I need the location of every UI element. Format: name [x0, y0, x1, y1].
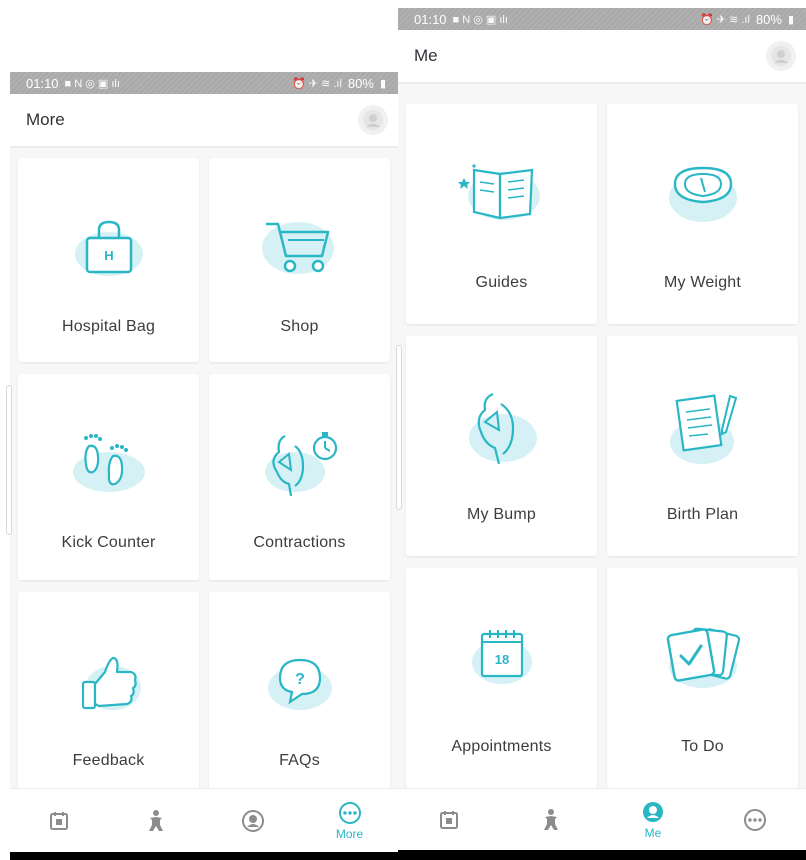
system-nav-bar [10, 852, 398, 860]
status-time: 01:10 [414, 11, 447, 27]
status-bar: 01:10 ■ N ◎ ▣ ılı ⏰ ✈ ≋ .ıl 80% ▮ [398, 8, 806, 30]
calendar-icon [440, 810, 458, 829]
notification-icons: ■ N ◎ ▣ ılı [452, 13, 508, 26]
status-bar: 01:10 ■ N ◎ ▣ ılı ⏰ ✈ ≋ .ıl 80% ▮ [10, 72, 398, 94]
card-label: My Weight [663, 274, 742, 291]
feature-grid: Guides My Weight My Bump Birth Plan 18 A… [406, 104, 798, 788]
card-my-weight[interactable]: My Weight [607, 104, 798, 324]
battery-percent: 80% [347, 75, 374, 91]
baby-icon [544, 808, 558, 830]
profile-icon [643, 801, 663, 822]
nav-label: Me [644, 825, 662, 840]
nav-more[interactable] [715, 789, 795, 850]
me-screen: 01:10 ■ N ◎ ▣ ılı ⏰ ✈ ≋ .ıl 80% ▮ Me Gui… [398, 8, 806, 860]
card-label: My Bump [467, 506, 536, 523]
card-label: Feedback [72, 752, 145, 769]
nav-me[interactable] [213, 789, 293, 852]
avatar[interactable] [766, 41, 796, 71]
hospital-bag-icon: H [74, 220, 143, 276]
nav-me[interactable]: Me [613, 789, 693, 850]
baby-icon [148, 809, 163, 831]
card-contractions[interactable]: Contractions [209, 374, 390, 580]
profile-icon [771, 46, 791, 66]
status-time: 01:10 [26, 75, 59, 91]
more-screen: 01:10 ■ N ◎ ▣ ılı ⏰ ✈ ≋ .ıl 80% ▮ More H [10, 72, 398, 860]
more-icon [744, 808, 766, 831]
card-label: Hospital Bag [61, 318, 156, 335]
svg-text:H: H [104, 248, 113, 263]
signal-icons: ⏰ ✈ ≋ .ıl [700, 13, 750, 26]
battery-icon: ▮ [379, 77, 386, 90]
scale-icon [668, 166, 737, 222]
drawer-handle[interactable] [396, 345, 402, 510]
card-label: Birth Plan [666, 506, 739, 523]
battery-icon: ▮ [787, 13, 794, 26]
baby-feet-icon [72, 434, 145, 492]
pregnant-bump-icon [468, 392, 537, 465]
card-label: Guides [475, 274, 528, 291]
calendar-icon [49, 811, 68, 830]
bottom-nav: Me [398, 788, 806, 850]
card-hospital-bag[interactable]: H Hospital Bag [18, 158, 199, 362]
shopping-cart-icon [261, 222, 334, 274]
app-bar: More [10, 94, 398, 148]
card-birth-plan[interactable]: Birth Plan [607, 336, 798, 556]
battery-percent: 80% [755, 11, 782, 27]
feature-grid: H Hospital Bag Shop Kick Counter Contrac… [18, 158, 390, 796]
card-kick-counter[interactable]: Kick Counter [18, 374, 199, 580]
card-label: Shop [280, 318, 319, 335]
calendar-day-number: 18 [494, 652, 508, 667]
card-shop[interactable]: Shop [209, 158, 390, 362]
signal-icons: ⏰ ✈ ≋ .ıl [292, 77, 342, 90]
card-label: To Do [681, 738, 724, 755]
nav-calendar[interactable] [409, 789, 489, 850]
notification-icons: ■ N ◎ ▣ ılı [64, 77, 120, 90]
nav-baby[interactable] [511, 789, 591, 850]
page-title: More [26, 110, 65, 129]
thumbs-up-icon [81, 656, 141, 710]
card-label: Appointments [451, 738, 552, 755]
app-bar: Me [398, 30, 806, 84]
svg-text:?: ? [295, 671, 305, 688]
drawer-handle[interactable] [6, 385, 12, 535]
nav-label: More [335, 826, 364, 841]
card-to-do[interactable]: To Do [607, 568, 798, 788]
checklist-cards-icon [666, 627, 740, 688]
avatar[interactable] [358, 105, 388, 135]
contractions-timer-icon [264, 432, 337, 497]
calendar-date-icon: 18 [471, 630, 532, 684]
page-title: Me [414, 46, 438, 65]
question-bubble-icon: ? [267, 658, 332, 710]
bottom-nav: More [10, 788, 398, 852]
system-nav-bar [398, 850, 806, 860]
nav-more[interactable]: More [310, 789, 390, 852]
profile-icon [363, 110, 383, 130]
document-pen-icon [669, 394, 737, 464]
nav-baby[interactable] [116, 789, 196, 852]
card-label: Contractions [253, 534, 346, 551]
profile-icon [241, 809, 264, 832]
card-feedback[interactable]: Feedback [18, 592, 199, 796]
open-book-icon [457, 164, 540, 220]
card-my-bump[interactable]: My Bump [406, 336, 597, 556]
nav-calendar[interactable] [19, 789, 99, 852]
card-label: Kick Counter [61, 534, 156, 551]
card-appointments[interactable]: 18 Appointments [406, 568, 597, 788]
card-label: FAQs [279, 752, 320, 769]
card-faqs[interactable]: ? FAQs [209, 592, 390, 796]
card-guides[interactable]: Guides [406, 104, 597, 324]
more-icon [338, 801, 361, 824]
